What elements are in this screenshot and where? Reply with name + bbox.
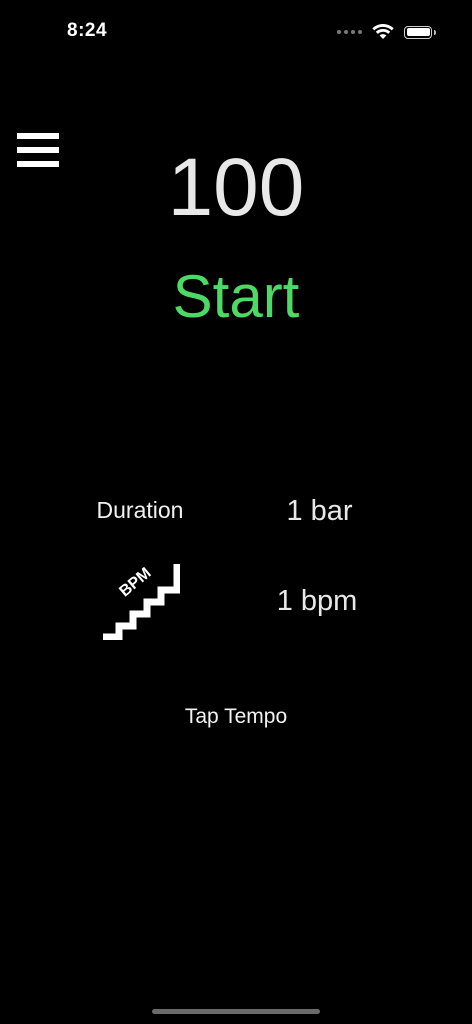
duration-label: Duration bbox=[96, 497, 184, 523]
cellular-signal-icon bbox=[337, 30, 362, 34]
status-indicators bbox=[337, 22, 436, 42]
battery-icon bbox=[404, 25, 436, 39]
status-bar: 8:24 bbox=[0, 0, 472, 60]
start-button[interactable]: Start bbox=[136, 262, 336, 332]
home-indicator[interactable] bbox=[152, 1009, 320, 1014]
bpm-badge-text: BPM bbox=[116, 565, 154, 601]
wifi-icon bbox=[372, 24, 394, 39]
status-time: 8:24 bbox=[67, 20, 108, 41]
duration-value[interactable]: 1 bar bbox=[262, 495, 377, 528]
tap-tempo-button[interactable]: Tap Tempo bbox=[156, 705, 316, 733]
bpm-stairs-icon: BPM bbox=[103, 564, 180, 640]
tempo-display[interactable]: 100 bbox=[0, 140, 472, 236]
bpm-step-value[interactable]: 1 bpm bbox=[252, 585, 382, 618]
